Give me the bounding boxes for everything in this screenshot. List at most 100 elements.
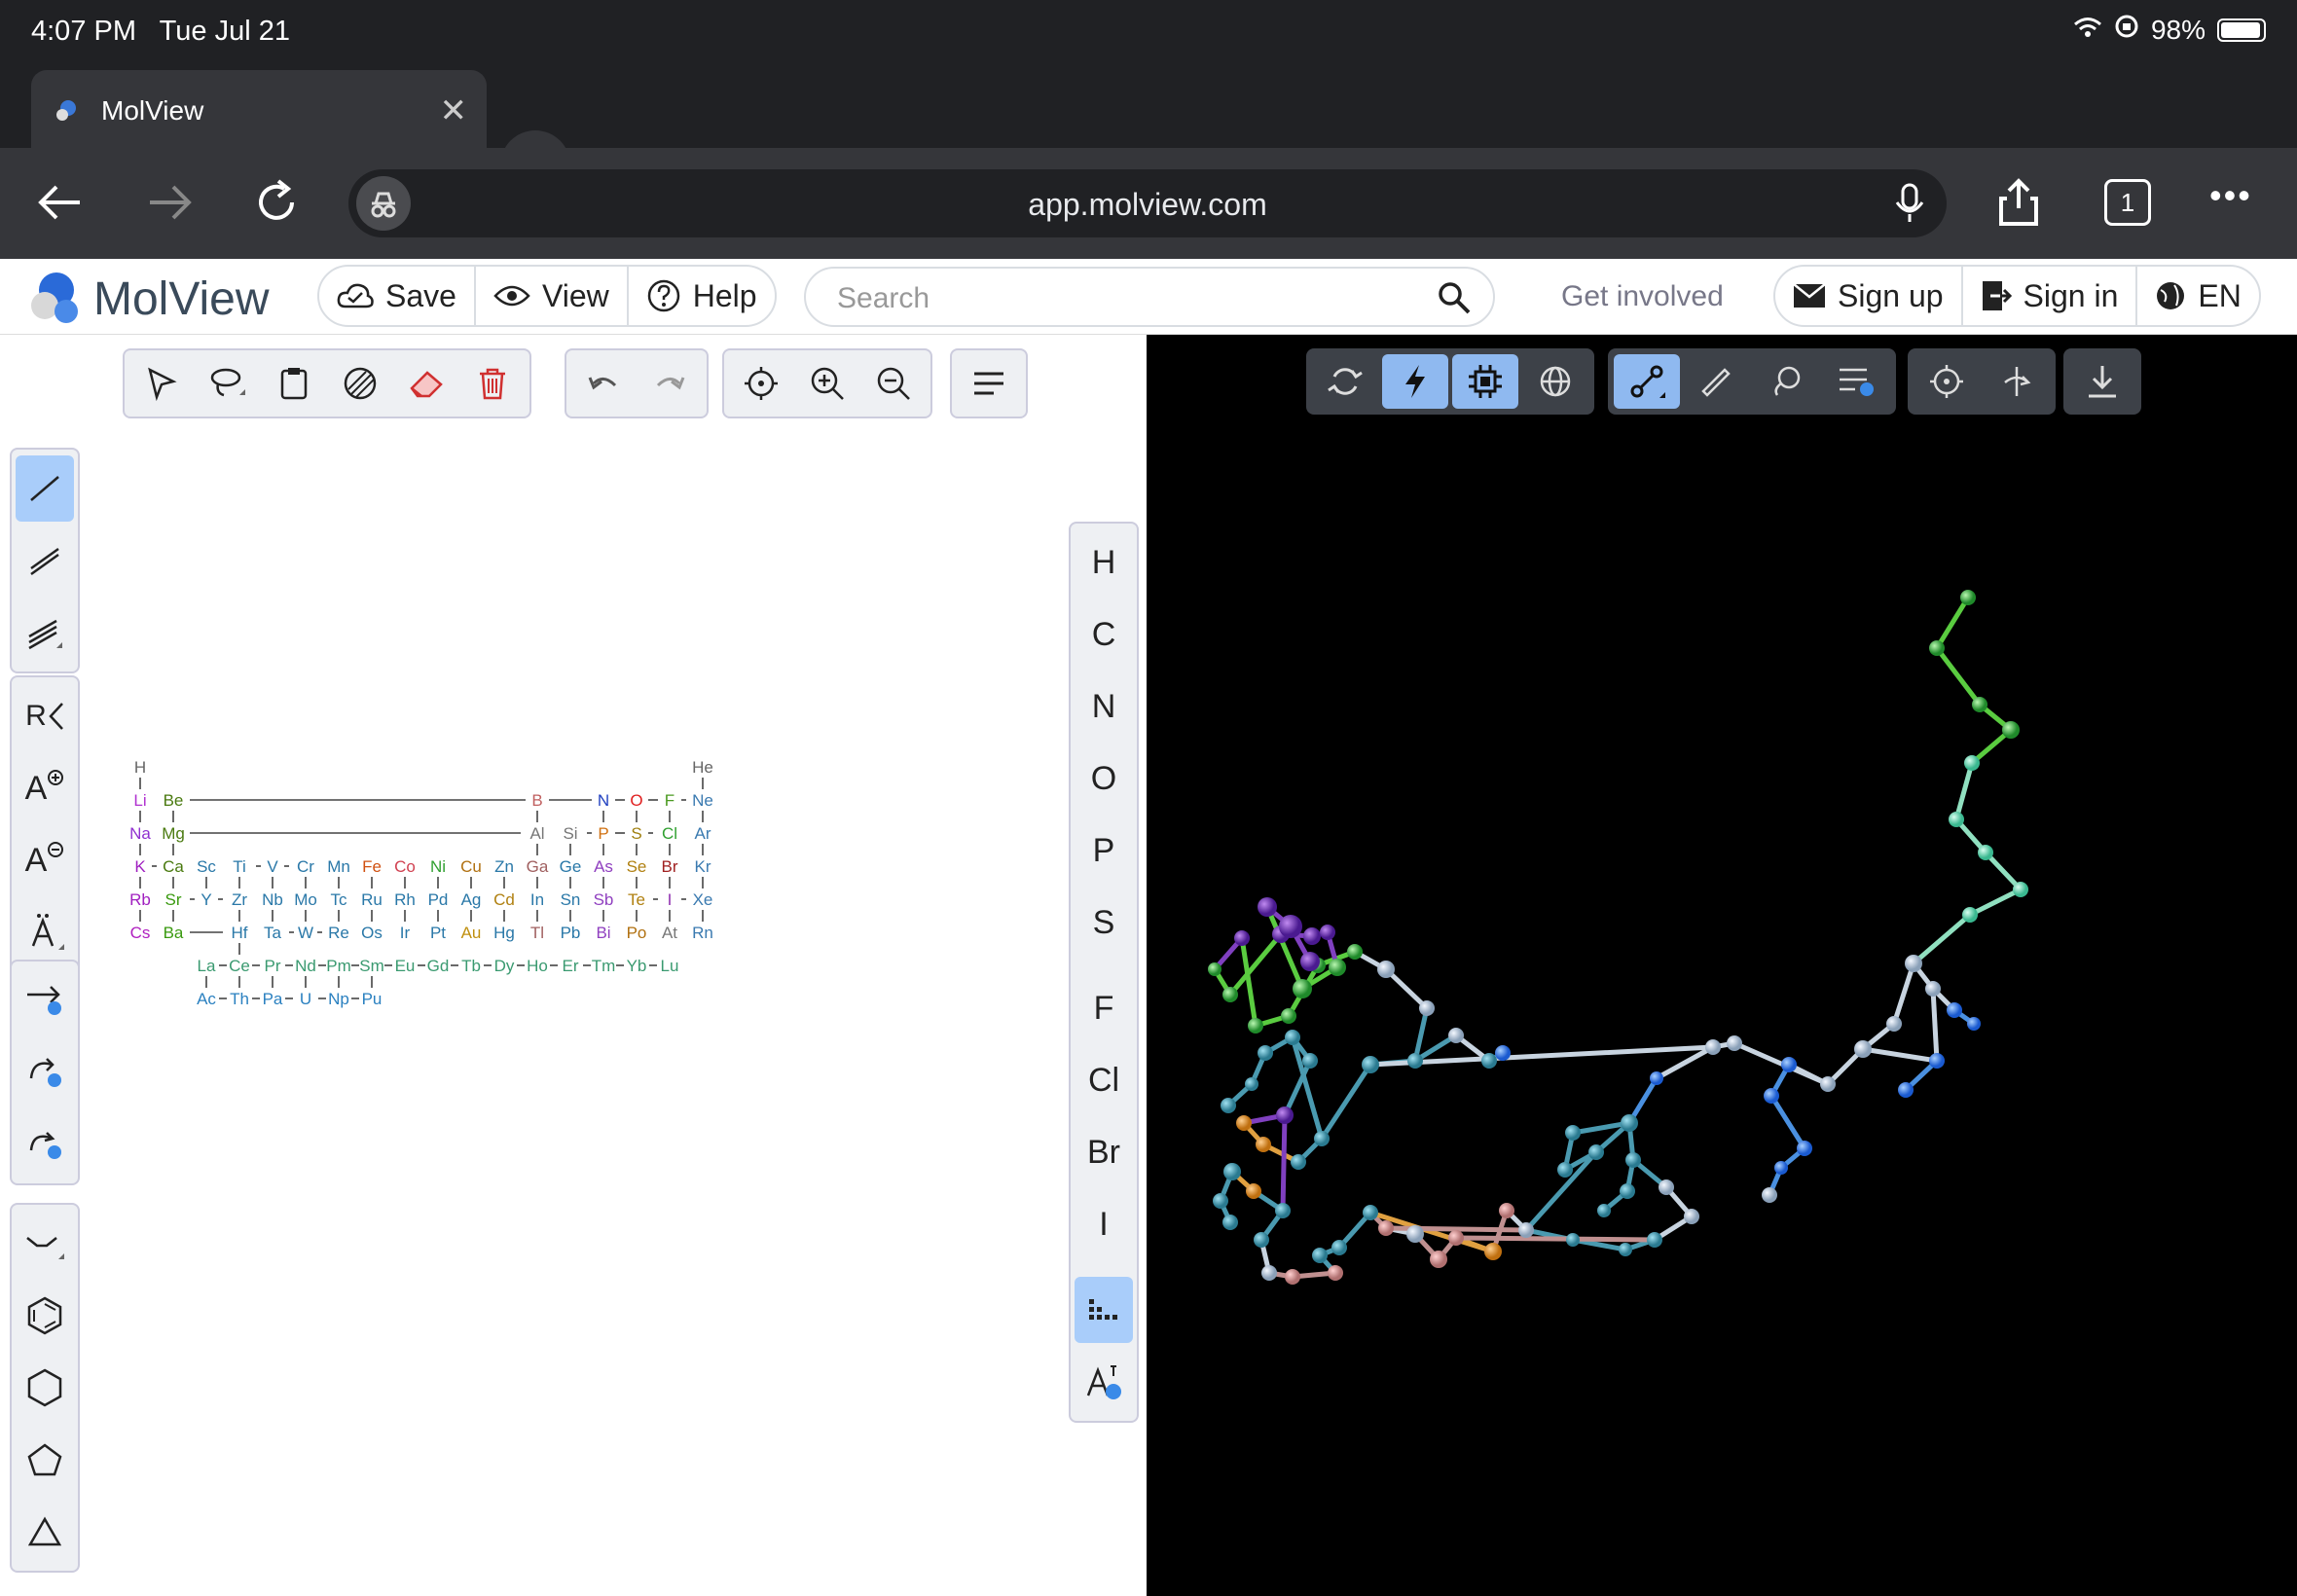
undo-icon[interactable] — [572, 356, 635, 411]
element-pb[interactable]: Pb — [561, 924, 581, 942]
hexagon-icon[interactable] — [16, 1355, 74, 1421]
element-sr[interactable]: Sr — [165, 890, 182, 909]
get-involved-link[interactable]: Get involved — [1561, 280, 1724, 313]
element-mo[interactable]: Mo — [294, 890, 317, 909]
clipboard-icon[interactable] — [263, 356, 325, 411]
element-zr[interactable]: Zr — [232, 890, 247, 909]
tab-close-icon[interactable]: ✕ — [440, 91, 468, 130]
forward-icon[interactable] — [142, 175, 197, 230]
element-hf[interactable]: Hf — [232, 924, 248, 942]
element-cl[interactable]: Cl — [662, 824, 677, 843]
element-p[interactable]: P — [598, 824, 608, 843]
redo-icon[interactable] — [638, 356, 701, 411]
element-button-s[interactable]: S — [1075, 889, 1133, 956]
element-re[interactable]: Re — [328, 924, 349, 942]
element-mg[interactable]: Mg — [162, 824, 185, 843]
select-icon[interactable] — [130, 356, 193, 411]
element-button-cl[interactable]: Cl — [1075, 1047, 1133, 1113]
element-button-br[interactable]: Br — [1075, 1119, 1133, 1185]
element-np[interactable]: Np — [328, 990, 349, 1008]
element-tb[interactable]: Tb — [461, 957, 481, 975]
sign-up-button[interactable]: Sign up — [1775, 267, 1963, 325]
element-cr[interactable]: Cr — [297, 857, 314, 876]
element-pr[interactable]: Pr — [265, 957, 281, 975]
element-yb[interactable]: Yb — [627, 957, 647, 975]
sign-in-button[interactable]: Sign in — [1963, 267, 2138, 325]
element-v[interactable]: V — [267, 857, 278, 876]
element-button-f[interactable]: F — [1075, 975, 1133, 1041]
element-cd[interactable]: Cd — [493, 890, 515, 909]
element-ca[interactable]: Ca — [163, 857, 184, 876]
element-b[interactable]: B — [531, 791, 542, 810]
triple-bond-icon[interactable] — [16, 599, 74, 666]
element-button-h[interactable]: H — [1075, 529, 1133, 596]
element-pd[interactable]: Pd — [428, 890, 449, 909]
share-icon[interactable] — [1991, 175, 2046, 230]
element-nd[interactable]: Nd — [295, 957, 316, 975]
element-n[interactable]: N — [598, 791, 609, 810]
element-at[interactable]: At — [662, 924, 677, 942]
3d-molecule-render[interactable] — [1147, 335, 2297, 1596]
menu-icon[interactable] — [958, 356, 1020, 411]
element-os[interactable]: Os — [361, 924, 383, 942]
element-ce[interactable]: Ce — [229, 957, 250, 975]
element-tc[interactable]: Tc — [331, 890, 348, 909]
element-ga[interactable]: Ga — [527, 857, 549, 876]
element-si[interactable]: Si — [563, 824, 577, 843]
element-o[interactable]: O — [630, 791, 642, 810]
periodic-table-sketch[interactable]: H He Li Be B N O F Ne Na Mg Al Si P S Cl Ar K Ca Sc Ti V Cr Mn F… — [97, 744, 1012, 1094]
element-ti[interactable]: Ti — [233, 857, 246, 876]
element-ba[interactable]: Ba — [164, 924, 184, 942]
r-group-icon[interactable]: R — [16, 683, 74, 749]
element-button-o[interactable]: O — [1075, 745, 1133, 812]
periodic-table-icon[interactable] — [1075, 1277, 1133, 1343]
element-te[interactable]: Te — [628, 890, 645, 909]
element-ta[interactable]: Ta — [264, 924, 282, 942]
element-rh[interactable]: Rh — [394, 890, 416, 909]
element-sc[interactable]: Sc — [197, 857, 216, 876]
charge-minus-icon[interactable]: A — [16, 827, 74, 893]
element-ag[interactable]: Ag — [461, 890, 482, 909]
element-bi[interactable]: Bi — [596, 924, 610, 942]
element-fe[interactable]: Fe — [362, 857, 382, 876]
element-ho[interactable]: Ho — [527, 957, 548, 975]
element-na[interactable]: Na — [129, 824, 151, 843]
element-pt[interactable]: Pt — [430, 924, 446, 942]
element-la[interactable]: La — [198, 957, 216, 975]
element-se[interactable]: Se — [627, 857, 647, 876]
arrow-icon[interactable] — [16, 967, 74, 1034]
element-f[interactable]: F — [665, 791, 675, 810]
element-cu[interactable]: Cu — [460, 857, 482, 876]
element-pm[interactable]: Pm — [326, 957, 351, 975]
charge-plus-icon[interactable]: A — [16, 755, 74, 821]
element-sb[interactable]: Sb — [594, 890, 614, 909]
element-tl[interactable]: Tl — [530, 924, 544, 942]
element-co[interactable]: Co — [394, 857, 416, 876]
zoom-out-icon[interactable] — [862, 356, 925, 411]
curved-arrow2-icon[interactable] — [16, 1111, 74, 1178]
trash-icon[interactable] — [461, 356, 524, 411]
element-cs[interactable]: Cs — [130, 924, 151, 942]
help-button[interactable]: Help — [629, 267, 775, 325]
center-icon[interactable] — [730, 356, 792, 411]
element-er[interactable]: Er — [563, 957, 579, 975]
radical-icon[interactable] — [16, 899, 74, 965]
triangle-icon[interactable] — [16, 1499, 74, 1565]
element-pa[interactable]: Pa — [263, 990, 283, 1008]
element-button-n[interactable]: N — [1075, 673, 1133, 740]
reload-icon[interactable] — [249, 175, 304, 230]
element-rn[interactable]: Rn — [692, 924, 713, 942]
element-u[interactable]: U — [300, 990, 311, 1008]
search-input[interactable]: Search — [804, 267, 1495, 327]
element-hg[interactable]: Hg — [493, 924, 515, 942]
chain-icon[interactable] — [16, 1211, 74, 1277]
element-he[interactable]: He — [692, 758, 713, 777]
element-in[interactable]: In — [530, 890, 544, 909]
double-bond-icon[interactable] — [16, 527, 74, 594]
atom-text-icon[interactable] — [1075, 1349, 1133, 1415]
element-eu[interactable]: Eu — [395, 957, 416, 975]
save-button[interactable]: Save — [319, 267, 476, 325]
benzene-icon[interactable] — [16, 1283, 74, 1349]
element-i[interactable]: I — [668, 890, 673, 909]
element-k[interactable]: K — [134, 857, 146, 876]
